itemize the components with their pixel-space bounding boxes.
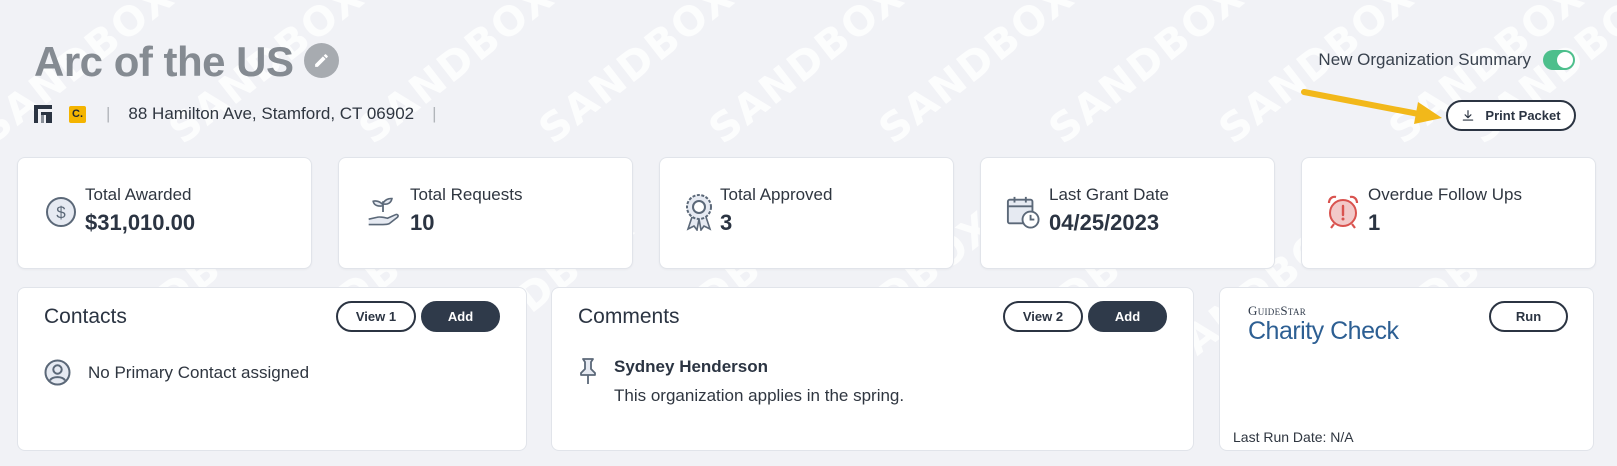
contacts-panel: Contacts View 1 Add No Primary Contact a… — [17, 287, 527, 451]
run-charity-check-button[interactable]: Run — [1489, 301, 1568, 332]
divider: | — [106, 104, 111, 123]
candid-badge-icon[interactable]: C. — [69, 105, 86, 123]
organization-address: 88 Hamilton Ave, Stamford, CT 06902 — [128, 104, 415, 123]
stat-value: 04/25/2023 — [1049, 210, 1160, 235]
stat-label: Last Grant Date — [1049, 185, 1170, 204]
award-badge-icon — [682, 192, 716, 232]
new-summary-toggle-row: New Organization Summary — [1318, 50, 1575, 70]
stat-label: Total Awarded — [85, 185, 192, 204]
page-title: Arc of the US — [34, 38, 294, 85]
stat-value: 3 — [720, 210, 733, 235]
add-comment-button[interactable]: Add — [1088, 301, 1167, 332]
contacts-title: Contacts — [44, 305, 127, 328]
stat-value: 1 — [1368, 210, 1381, 235]
comment-text: This organization applies in the spring. — [614, 386, 905, 405]
stat-label: Overdue Follow Ups — [1368, 185, 1523, 204]
pin-icon[interactable] — [578, 357, 598, 385]
stat-card-total-awarded: $ Total Awarded $31,010.00 — [17, 157, 312, 269]
comment-author: Sydney Henderson — [614, 357, 768, 376]
pencil-icon — [315, 54, 328, 67]
charity-check-logo-text: Charity Check — [1248, 317, 1399, 345]
brand-logo-icon[interactable] — [34, 105, 52, 123]
charity-check-panel: GuideStar Charity Check Run Last Run Dat… — [1219, 287, 1594, 451]
view-comments-button[interactable]: View 2 — [1003, 301, 1083, 332]
last-run-date: Last Run Date: N/A — [1233, 429, 1354, 445]
print-packet-label: Print Packet — [1485, 108, 1561, 123]
comments-title: Comments — [578, 305, 680, 328]
stat-card-last-grant-date: Last Grant Date 04/25/2023 — [980, 157, 1275, 269]
alarm-clock-icon — [1326, 192, 1360, 232]
edit-organization-button[interactable] — [304, 43, 339, 78]
organization-meta-row: C. | 88 Hamilton Ave, Stamford, CT 06902… — [34, 101, 437, 127]
guidestar-charity-check-logo: GuideStar Charity Check — [1248, 303, 1399, 346]
new-summary-toggle[interactable] — [1543, 50, 1575, 70]
no-contact-text: No Primary Contact assigned — [88, 362, 310, 382]
seedling-hand-icon — [366, 192, 400, 232]
stat-label: Total Approved — [720, 185, 833, 204]
add-contact-button[interactable]: Add — [421, 301, 500, 332]
new-summary-label: New Organization Summary — [1318, 50, 1531, 69]
download-icon — [1463, 109, 1474, 121]
calendar-clock-icon — [1006, 192, 1040, 232]
user-avatar-icon — [44, 359, 71, 386]
comment-item: Sydney Henderson This organization appli… — [578, 357, 904, 406]
annotation-arrow-icon — [1301, 89, 1442, 124]
stat-value: $31,010.00 — [85, 210, 196, 235]
stat-card-overdue-follow-ups: Overdue Follow Ups 1 — [1301, 157, 1596, 269]
stat-value: 10 — [410, 210, 435, 235]
stat-card-total-requests: Total Requests 10 — [338, 157, 633, 269]
view-contacts-button[interactable]: View 1 — [336, 301, 416, 332]
svg-text:$: $ — [56, 203, 66, 222]
stat-card-total-approved: Total Approved 3 — [659, 157, 954, 269]
comments-panel: Comments View 2 Add Sydney Henderson Thi… — [551, 287, 1194, 451]
empty-contact-row: No Primary Contact assigned — [44, 359, 309, 386]
stat-label: Total Requests — [410, 185, 523, 204]
dollar-circle-icon: $ — [44, 192, 78, 232]
print-packet-button[interactable]: Print Packet — [1446, 100, 1576, 131]
divider: | — [432, 104, 437, 123]
